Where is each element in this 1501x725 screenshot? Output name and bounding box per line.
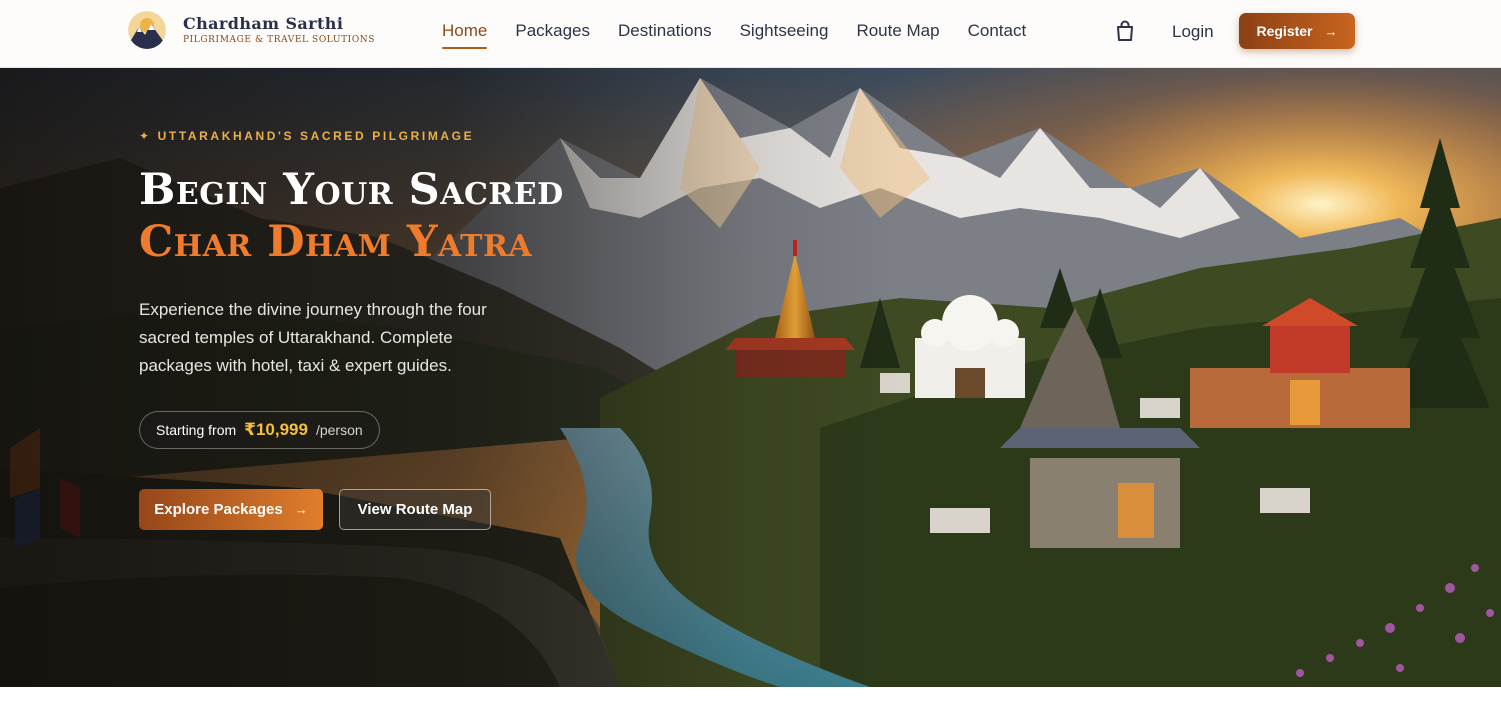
mountain-logo-icon xyxy=(128,11,166,49)
brand-logo-link[interactable]: Chardham Sarthi Pilgrimage & Travel Solu… xyxy=(128,11,375,49)
register-label: Register xyxy=(1256,23,1313,39)
brand-name: Chardham Sarthi xyxy=(183,14,344,33)
arrow-right-icon: → xyxy=(1324,23,1338,39)
price-amount: ₹10,999 xyxy=(244,420,308,439)
explore-packages-label: Explore Packages xyxy=(154,501,283,518)
register-button[interactable]: Register → xyxy=(1239,13,1355,49)
hero-title-line2: Char Dham Yatra xyxy=(139,217,533,267)
nav-item-home[interactable]: Home xyxy=(442,20,488,49)
hero-banner: ✦ UTTARAKHAND'S SACRED PILGRIMAGE Begin Y… xyxy=(0,68,1501,687)
starting-price-badge: Starting from ₹10,999 /person xyxy=(139,411,380,449)
nav-item-packages[interactable]: Packages xyxy=(515,20,590,42)
price-prefix: Starting from xyxy=(156,422,237,438)
brand-tagline: Pilgrimage & Travel Solutions xyxy=(183,35,376,45)
explore-packages-button[interactable]: Explore Packages → xyxy=(139,489,323,530)
nav-item-destinations[interactable]: Destinations xyxy=(618,20,712,42)
nav-item-route-map[interactable]: Route Map xyxy=(856,20,939,42)
hero-description: Experience the divine journey through th… xyxy=(139,300,487,375)
arrow-right-icon: → xyxy=(294,502,308,517)
sparkle-icon: ✦ xyxy=(139,129,152,143)
login-link[interactable]: Login xyxy=(1172,21,1214,43)
view-route-map-button[interactable]: View Route Map xyxy=(339,489,491,530)
shopping-bag-icon[interactable] xyxy=(1115,20,1135,42)
view-route-map-label: View Route Map xyxy=(357,501,473,518)
nav-item-contact[interactable]: Contact xyxy=(968,20,1027,42)
top-navigation: Chardham Sarthi Pilgrimage & Travel Solu… xyxy=(0,0,1501,68)
nav-item-sightseeing[interactable]: Sightseeing xyxy=(740,20,829,42)
hero-title-line1: Begin Your Sacred xyxy=(139,165,564,215)
price-unit: /person xyxy=(315,422,363,438)
main-menu: Home Packages Destinations Sightseeing R… xyxy=(442,20,1054,49)
hero-eyebrow-text: UTTARAKHAND'S SACRED PILGRIMAGE xyxy=(157,129,475,143)
hero-eyebrow: ✦ UTTARAKHAND'S SACRED PILGRIMAGE xyxy=(139,129,474,143)
